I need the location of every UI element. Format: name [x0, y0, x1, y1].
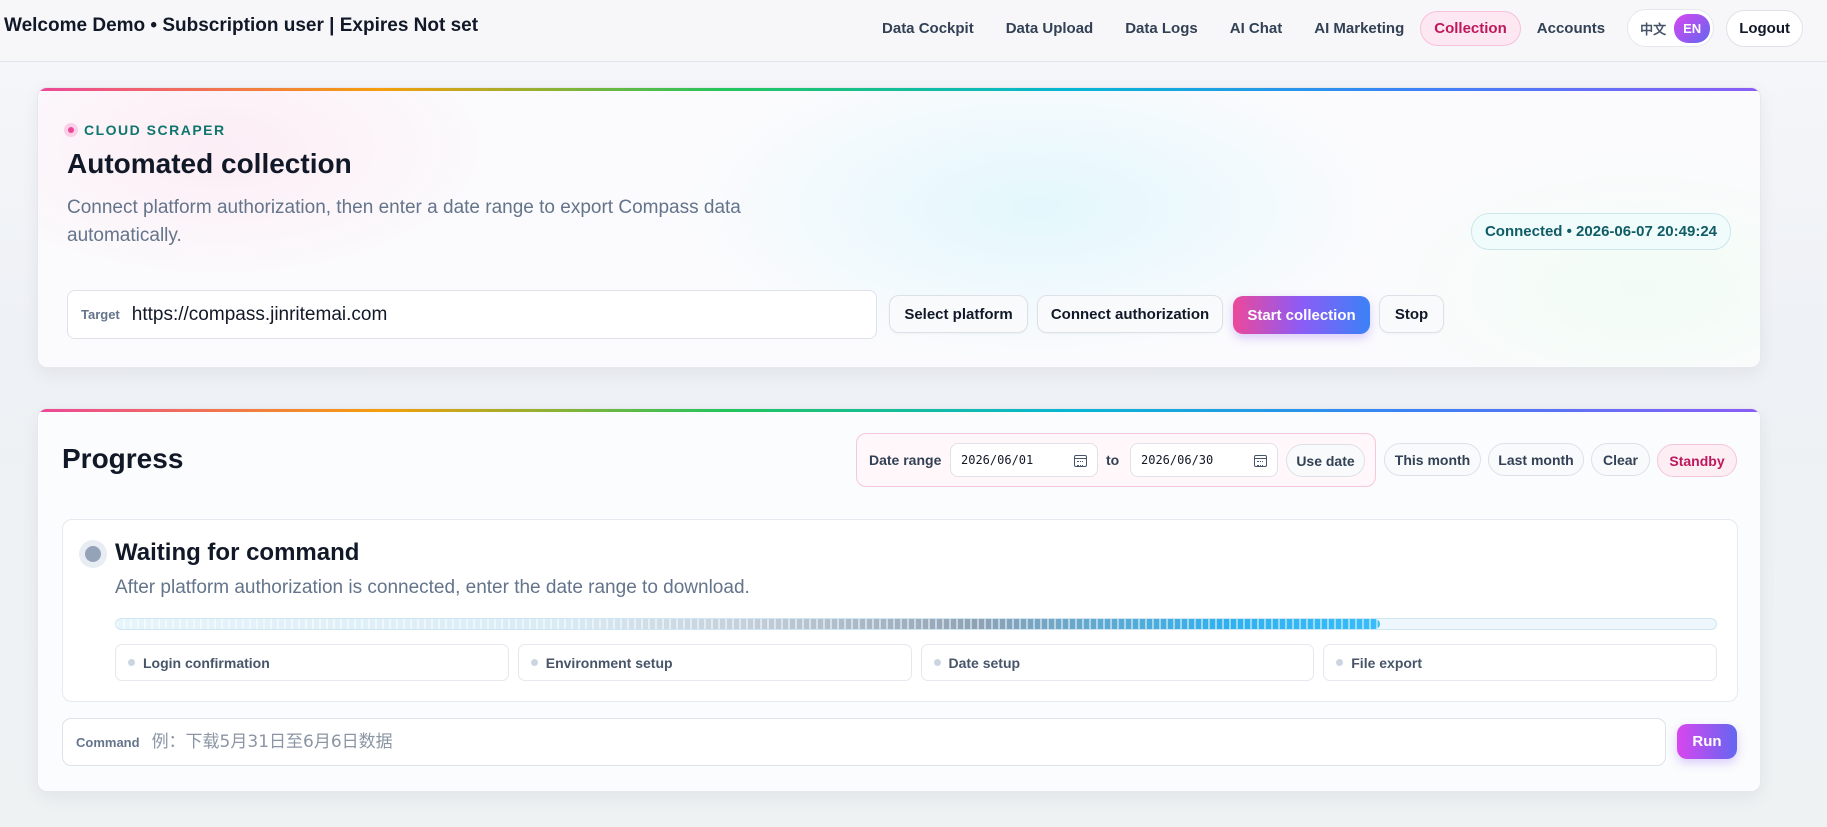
scraper-title: Automated collection — [67, 148, 352, 179]
status-dot-icon — [64, 123, 78, 137]
date-range-label: Date range — [869, 452, 942, 468]
connection-status-badge: Connected • 2026-06-07 20:49:24 — [1470, 213, 1731, 250]
step-date-setup: Date setup — [920, 644, 1315, 681]
step-label: Login confirmation — [143, 654, 270, 671]
nav-accounts[interactable]: Accounts — [1521, 11, 1621, 46]
main-nav: Data Cockpit Data Upload Data Logs AI Ch… — [866, 9, 1803, 47]
step-list: Login confirmation Environment setup Dat… — [115, 644, 1717, 681]
lang-en-option[interactable]: EN — [1674, 13, 1711, 43]
language-switcher: 中文 EN — [1627, 9, 1715, 47]
nav-ai-chat[interactable]: AI Chat — [1214, 11, 1299, 46]
task-status-panel: Waiting for command After platform autho… — [62, 519, 1738, 702]
logout-button[interactable]: Logout — [1726, 9, 1803, 47]
step-label: Environment setup — [545, 654, 673, 671]
connect-authorization-button[interactable]: Connect authorization — [1037, 295, 1223, 333]
scraper-description: Connect platform authorization, then ent… — [67, 197, 741, 246]
date-to-input[interactable]: 2026/06/30 — [1130, 443, 1278, 477]
target-url-input[interactable]: https://compass.jinritemai.com — [132, 304, 388, 326]
select-platform-button[interactable]: Select platform — [889, 295, 1028, 333]
progress-bar-fill — [116, 619, 1380, 629]
date-to-label: to — [1106, 452, 1120, 468]
task-state-description: After platform authorization is connecte… — [115, 577, 750, 598]
run-button[interactable]: Run — [1677, 724, 1737, 759]
task-state-title: Waiting for command — [115, 539, 360, 566]
command-field: Command — [62, 718, 1666, 766]
nav-data-logs[interactable]: Data Logs — [1109, 11, 1214, 46]
start-collection-button[interactable]: Start collection — [1233, 296, 1370, 334]
last-month-button[interactable]: Last month — [1488, 443, 1584, 476]
step-file-export: File export — [1323, 644, 1717, 681]
eyebrow-label: CLOUD SCRAPER — [84, 122, 226, 138]
eyebrow: CLOUD SCRAPER — [64, 122, 226, 138]
nav-ai-marketing[interactable]: AI Marketing — [1298, 11, 1420, 46]
command-label: Command — [76, 734, 140, 750]
progress-bar — [115, 618, 1717, 630]
target-field[interactable]: Target https://compass.jinritemai.com — [67, 290, 877, 339]
step-login-confirmation: Login confirmation — [115, 644, 509, 681]
use-date-button[interactable]: Use date — [1286, 444, 1365, 477]
lang-zh-option[interactable]: 中文 — [1640, 19, 1666, 38]
top-navbar: Welcome Demo • Subscription user | Expir… — [0, 0, 1827, 62]
nav-data-cockpit[interactable]: Data Cockpit — [866, 11, 990, 46]
date-from-input[interactable]: 2026/06/01 — [950, 443, 1098, 477]
step-dot-icon — [530, 659, 538, 666]
target-label: Target — [81, 307, 120, 322]
clear-button[interactable]: Clear — [1591, 443, 1650, 476]
step-label: File export — [1351, 654, 1423, 671]
calendar-icon[interactable] — [1074, 455, 1087, 467]
nav-data-upload[interactable]: Data Upload — [990, 11, 1110, 46]
this-month-button[interactable]: This month — [1384, 443, 1481, 476]
date-to-value: 2026/06/30 — [1141, 453, 1214, 467]
status-badge: Standby — [1657, 444, 1737, 477]
calendar-icon[interactable] — [1254, 455, 1267, 467]
step-label: Date setup — [948, 654, 1021, 671]
welcome-text: Welcome Demo • Subscription user | Expir… — [4, 15, 479, 36]
nav-collection[interactable]: Collection — [1420, 10, 1521, 46]
command-input[interactable] — [151, 732, 1665, 752]
date-range-group: Date range 2026/06/01 to 2026/06/30 Use … — [856, 433, 1376, 487]
progress-title: Progress — [62, 443, 184, 474]
step-dot-icon — [933, 659, 941, 666]
step-dot-icon — [1336, 659, 1344, 666]
stop-button[interactable]: Stop — [1379, 295, 1444, 333]
step-environment-setup: Environment setup — [517, 644, 912, 681]
date-from-value: 2026/06/01 — [961, 453, 1034, 467]
step-dot-icon — [128, 659, 135, 666]
idle-status-icon — [79, 540, 107, 568]
